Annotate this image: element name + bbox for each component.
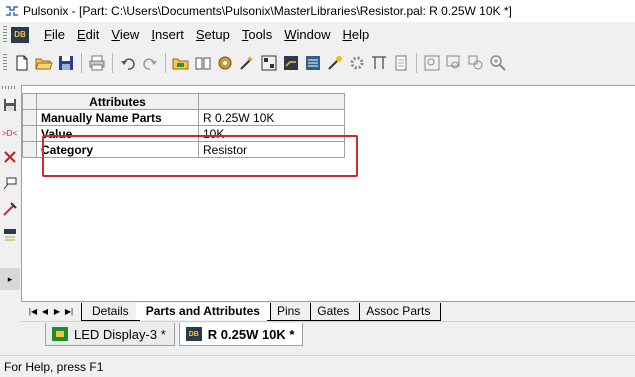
save-part-icon[interactable] bbox=[1, 96, 19, 114]
attribute-name-cell[interactable]: Value bbox=[36, 125, 199, 142]
menu-help[interactable]: Help bbox=[336, 27, 375, 42]
save-icon[interactable] bbox=[55, 52, 77, 74]
tab-parts-and-attributes[interactable]: Parts and Attributes bbox=[135, 303, 271, 320]
status-bar: For Help, press F1 bbox=[0, 355, 635, 377]
part-editor-icon: DB bbox=[185, 327, 202, 341]
verify-icon[interactable] bbox=[368, 52, 390, 74]
toolbar-separator bbox=[81, 53, 82, 73]
tab-pins[interactable]: Pins bbox=[266, 302, 312, 321]
pulsonix-app-icon bbox=[6, 6, 18, 16]
tab-assoc-parts[interactable]: Assoc Parts bbox=[356, 302, 442, 321]
pin-icon[interactable] bbox=[1, 174, 19, 192]
grid-corner[interactable] bbox=[22, 93, 37, 110]
menu-view[interactable]: View bbox=[105, 27, 145, 42]
menu-insert[interactable]: Insert bbox=[145, 27, 190, 42]
window-title: Pulsonix - [Part: C:\Users\Documents\Pul… bbox=[23, 4, 512, 18]
zoom-in-icon[interactable] bbox=[487, 52, 509, 74]
attributes-grid: Attributes Manually Name Parts R 0.25W 1… bbox=[22, 93, 345, 158]
document-menu-icon[interactable]: DB bbox=[11, 26, 29, 43]
redo-icon[interactable] bbox=[139, 52, 161, 74]
menu-edit[interactable]: Edit bbox=[71, 27, 105, 42]
schematic-icon[interactable] bbox=[302, 52, 324, 74]
library-icon[interactable] bbox=[170, 52, 192, 74]
table-row: Category Resistor bbox=[22, 141, 345, 158]
settings-icon[interactable] bbox=[346, 52, 368, 74]
table-row: Manually Name Parts R 0.25W 10K bbox=[22, 109, 345, 126]
document-tab-label: LED Display-3 * bbox=[74, 326, 166, 342]
zoom-select-icon[interactable] bbox=[465, 52, 487, 74]
toolbar-separator bbox=[165, 53, 166, 73]
tab-details[interactable]: Details bbox=[81, 302, 140, 321]
attribute-value-cell[interactable]: 10K bbox=[198, 125, 345, 142]
svg-text:>D<: >D< bbox=[2, 129, 17, 138]
attribute-name-cell[interactable]: Manually Name Parts bbox=[36, 109, 199, 126]
toolbar-grip[interactable] bbox=[3, 54, 7, 72]
pcb-icon[interactable] bbox=[280, 52, 302, 74]
menu-file[interactable]: File bbox=[38, 27, 71, 42]
main-toolbar bbox=[0, 48, 635, 78]
row-header[interactable] bbox=[22, 125, 37, 142]
tools-icon[interactable] bbox=[1, 200, 19, 218]
row-header[interactable] bbox=[22, 109, 37, 126]
menubar-grip[interactable] bbox=[3, 25, 7, 44]
attribute-value-cell[interactable]: R 0.25W 10K bbox=[198, 109, 345, 126]
magic-icon[interactable] bbox=[324, 52, 346, 74]
menu-setup[interactable]: Setup bbox=[190, 27, 236, 42]
prev-tab-button[interactable]: ◀ bbox=[39, 307, 51, 316]
attribute-link-icon[interactable]: >D< bbox=[1, 124, 19, 142]
left-toolbar-overflow-icon[interactable]: ▸ bbox=[0, 268, 20, 290]
toolbar-separator bbox=[416, 53, 417, 73]
undo-icon[interactable] bbox=[117, 52, 139, 74]
zoom-window-icon[interactable] bbox=[443, 52, 465, 74]
sheet-tab-bar: |◀ ◀ ▶ ▶| Details Parts and Attributes P… bbox=[21, 301, 635, 321]
grid-header-row: Attributes bbox=[22, 93, 345, 110]
attribute-name-cell[interactable]: Category bbox=[36, 141, 199, 158]
attribute-value-cell[interactable]: Resistor bbox=[198, 141, 345, 158]
menu-bar: DB File Edit View Insert Setup Tools Win… bbox=[0, 22, 635, 47]
print-icon[interactable] bbox=[86, 52, 108, 74]
open-folder-icon[interactable] bbox=[33, 52, 55, 74]
delete-icon[interactable] bbox=[1, 148, 19, 166]
row-header[interactable] bbox=[22, 141, 37, 158]
table-row: Value 10K bbox=[22, 125, 345, 142]
new-file-icon[interactable] bbox=[11, 52, 33, 74]
gate-icon[interactable] bbox=[1, 226, 19, 244]
wizard-icon[interactable] bbox=[236, 52, 258, 74]
title-bar: Pulsonix - [Part: C:\Users\Documents\Pul… bbox=[0, 0, 635, 22]
attributes-column-header[interactable]: Attributes bbox=[36, 93, 199, 110]
left-toolbar-grip[interactable] bbox=[2, 86, 16, 89]
document-tab-led-display[interactable]: LED Display-3 * bbox=[45, 323, 175, 346]
zoom-box-icon[interactable] bbox=[421, 52, 443, 74]
pattern-icon[interactable] bbox=[258, 52, 280, 74]
toolbar-separator bbox=[112, 53, 113, 73]
tab-gates[interactable]: Gates bbox=[307, 302, 361, 321]
report-icon[interactable] bbox=[390, 52, 412, 74]
component-icon[interactable] bbox=[214, 52, 236, 74]
left-toolbar: >D< ▸ bbox=[0, 84, 20, 290]
menu-tools[interactable]: Tools bbox=[236, 27, 278, 42]
status-text: For Help, press F1 bbox=[4, 359, 104, 374]
document-tab-resistor[interactable]: DB R 0.25W 10K * bbox=[178, 323, 304, 346]
document-tab-label: R 0.25W 10K * bbox=[207, 326, 295, 342]
next-tab-button[interactable]: ▶ bbox=[51, 307, 63, 316]
led-display-icon bbox=[52, 327, 68, 341]
menu-window[interactable]: Window bbox=[278, 27, 336, 42]
value-column-header[interactable] bbox=[198, 93, 345, 110]
last-tab-button[interactable]: ▶| bbox=[63, 307, 75, 316]
first-tab-button[interactable]: |◀ bbox=[27, 307, 39, 316]
document-tab-bar: LED Display-3 * DB R 0.25W 10K * bbox=[21, 321, 635, 346]
book-icon[interactable] bbox=[192, 52, 214, 74]
